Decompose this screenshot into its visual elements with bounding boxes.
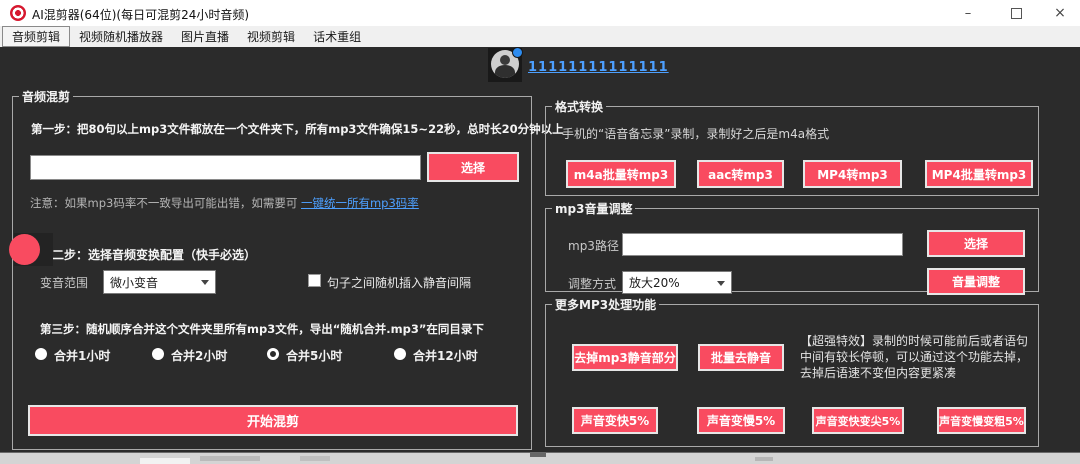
minimize-button[interactable]: – <box>946 0 990 26</box>
volume-select-button[interactable]: 选择 <box>927 230 1025 257</box>
window-title: AI混剪器(64位)(每日可混剪24小时音频) <box>32 8 250 22</box>
background-window-edge <box>0 453 1080 464</box>
background-window-fragment <box>200 456 260 461</box>
background-window-fragment <box>755 457 773 461</box>
step1-heading: 第一步：把80句以上mp3文件都放在一个文件夹下，所有mp3文件确保15~22秒… <box>31 122 564 136</box>
radio-merge-1h-label[interactable]: 合并1小时 <box>54 347 110 364</box>
chevron-down-icon <box>201 280 209 285</box>
faster-higher-5-button[interactable]: 声音变快变尖5% <box>812 407 904 434</box>
adjust-method-select[interactable]: 放大20% <box>622 271 732 294</box>
start-mix-button[interactable]: 开始混剪 <box>28 405 518 436</box>
tab-audio-edit[interactable]: 音频剪辑 <box>2 26 71 47</box>
radio-merge-5h[interactable] <box>267 348 279 360</box>
mp3-path-input[interactable] <box>622 233 903 256</box>
username-link[interactable]: 11111111111111 <box>528 60 669 75</box>
slower-deeper-5-button[interactable]: 声音变慢变粗5% <box>937 407 1026 434</box>
maximize-icon <box>1010 7 1022 19</box>
remove-silence-button[interactable]: 去掉mp3静音部分 <box>572 344 678 371</box>
format-description: 手机的“语音备忘录”录制，录制好之后是m4a格式 <box>562 127 830 141</box>
m4a-batch-to-mp3-button[interactable]: m4a批量转mp3 <box>566 160 676 188</box>
volume-adjust-group: mp3音量调整 mp3路径 选择 调整方式 放大20% 音量调整 <box>545 200 1039 295</box>
adjust-method-label: 调整方式 <box>568 277 617 291</box>
bitrate-note: 注意：如果mp3码率不一致导出可能出错，如需要可 一键统一所有mp3码率 <box>30 195 419 211</box>
tab-bar: 音频剪辑 视频随机播放器 图片直播 视频剪辑 话术重组 <box>0 26 1080 47</box>
radio-merge-2h-label[interactable]: 合并2小时 <box>171 347 227 364</box>
format-convert-group: 格式转换 手机的“语音备忘录”录制，录制好之后是m4a格式 m4a批量转mp3 … <box>545 98 1039 196</box>
format-convert-legend: 格式转换 <box>555 100 604 114</box>
tab-video-edit[interactable]: 视频剪辑 <box>238 26 304 47</box>
voice-range-value: 微小变音 <box>110 275 159 290</box>
tab-video-random-player[interactable]: 视频随机播放器 <box>70 26 172 47</box>
batch-remove-silence-button[interactable]: 批量去静音 <box>698 344 784 371</box>
maximize-button[interactable] <box>994 0 1038 26</box>
radio-merge-2h[interactable] <box>152 348 164 360</box>
background-window-fragment <box>530 453 546 457</box>
app-logo-icon <box>10 5 26 21</box>
folder-path-input[interactable] <box>30 155 421 180</box>
silence-gap-checkbox[interactable] <box>308 274 321 287</box>
avatar[interactable] <box>488 47 523 82</box>
radio-merge-5h-label[interactable]: 合并5小时 <box>286 347 342 364</box>
unify-bitrate-link[interactable]: 一键统一所有mp3码率 <box>301 196 419 210</box>
minimize-icon: – <box>964 5 972 21</box>
step2-heading: 第二步：选择音频变换配置（快手必选） <box>40 248 257 262</box>
silence-gap-label: 句子之间随机插入静音间隔 <box>327 276 472 290</box>
more-mp3-legend: 更多MP3处理功能 <box>555 298 657 312</box>
bitrate-note-text: 注意：如果mp3码率不一致导出可能出错，如需要可 <box>30 196 298 210</box>
radio-merge-1h[interactable] <box>35 348 47 360</box>
radio-merge-12h[interactable] <box>394 348 406 360</box>
voice-range-select[interactable]: 微小变音 <box>103 270 216 294</box>
avatar-badge-icon <box>512 47 523 58</box>
speed-up-5-button[interactable]: 声音变快5% <box>572 407 658 434</box>
audio-mix-group: 音频混剪 第一步：把80句以上mp3文件都放在一个文件夹下，所有mp3文件确保1… <box>12 88 564 450</box>
avatar-head-shape <box>500 55 510 65</box>
mp4-batch-to-mp3-button[interactable]: MP4批量转mp3 <box>925 160 1033 188</box>
slow-down-5-button[interactable]: 声音变慢5% <box>697 407 785 434</box>
close-button[interactable]: × <box>1038 0 1080 26</box>
volume-adjust-button[interactable]: 音量调整 <box>927 268 1025 295</box>
app-window: AI混剪器(64位)(每日可混剪24小时音频) – × 音频剪辑 视频随机播放器… <box>0 0 1080 464</box>
chevron-down-icon <box>717 280 725 286</box>
aac-to-mp3-button[interactable]: aac转mp3 <box>697 160 784 188</box>
tab-script-remix[interactable]: 话术重组 <box>304 26 370 47</box>
red-dot-marker[interactable] <box>9 234 40 265</box>
avatar-body-shape <box>495 65 515 78</box>
voice-range-label: 变音范围 <box>40 276 89 290</box>
radio-merge-12h-label[interactable]: 合并12小时 <box>413 347 478 364</box>
more-mp3-group: 更多MP3处理功能 去掉mp3静音部分 批量去静音 【超强特效】录制的时候可能前… <box>545 296 1039 447</box>
background-window-fragment <box>300 456 330 461</box>
mp4-to-mp3-button[interactable]: MP4转mp3 <box>803 160 902 188</box>
step3-heading: 第三步：随机顺序合并这个文件夹里所有mp3文件，导出“随机合并.mp3”在同目录… <box>40 322 484 336</box>
background-window-fragment <box>140 458 190 464</box>
super-effect-tip: 【超强特效】录制的时候可能前后或者语句中间有较长停顿，可以通过这个功能去掉，去掉… <box>800 334 1029 380</box>
adjust-method-value: 放大20% <box>629 276 680 290</box>
select-folder-button[interactable]: 选择 <box>427 152 519 182</box>
close-icon: × <box>1054 5 1066 21</box>
mp3-path-label: mp3路径 <box>568 239 619 253</box>
audio-mix-legend: 音频混剪 <box>22 90 71 104</box>
tab-image-live[interactable]: 图片直播 <box>172 26 238 47</box>
volume-adjust-legend: mp3音量调整 <box>555 202 633 216</box>
title-bar: AI混剪器(64位)(每日可混剪24小时音频) – × <box>0 0 1080 26</box>
